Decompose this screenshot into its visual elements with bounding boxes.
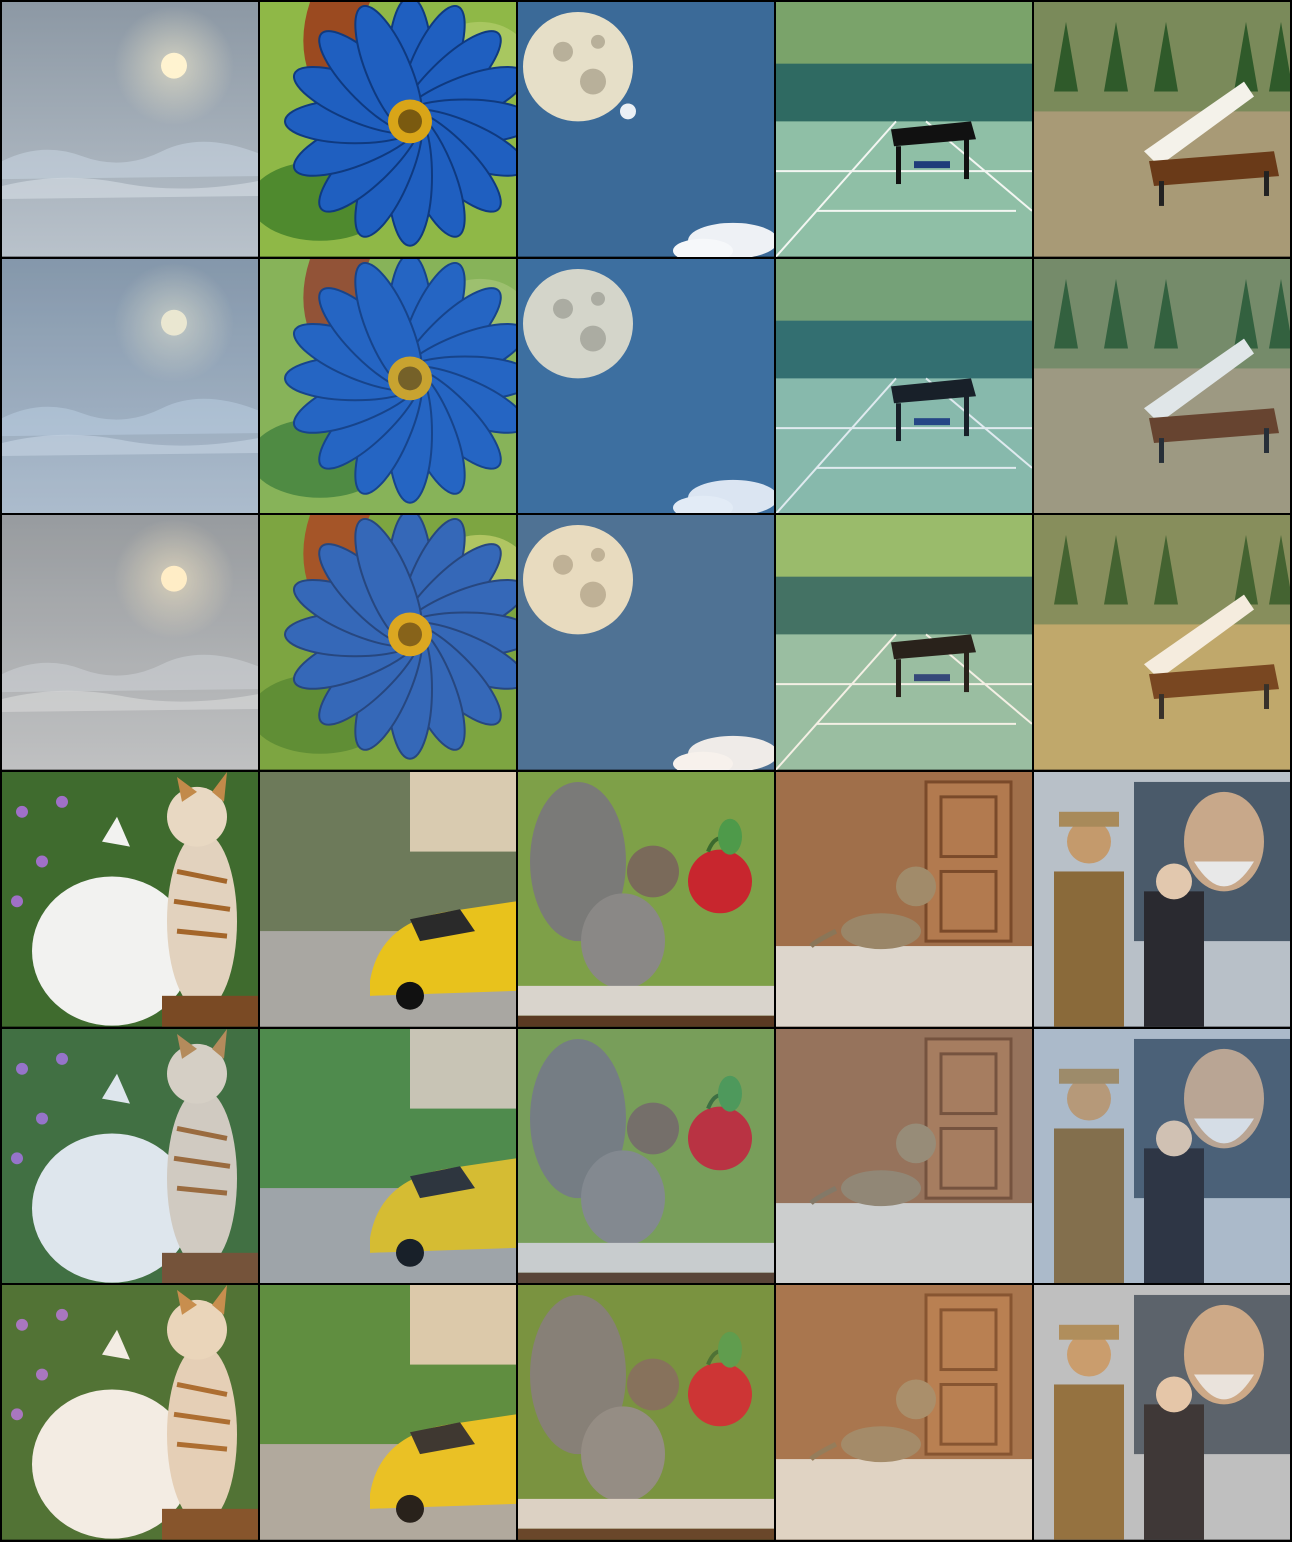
moon-sky-image xyxy=(2,515,258,770)
grid-cell-horse-flower-stylized-b xyxy=(260,515,516,770)
grid-cell-yellow-car-stylized-a xyxy=(260,1028,516,1284)
moon-sky-image xyxy=(2,2,258,257)
grid-cell-piano-tennis-court-stylized-b xyxy=(776,515,1032,770)
cats-image xyxy=(2,1028,258,1284)
yellow-car-image xyxy=(260,1028,516,1284)
grid-cell-cats-stylized-a xyxy=(2,1028,258,1284)
grid-cell-squirrel-apple-stylized-a xyxy=(518,1028,774,1284)
old-men-portrait-image xyxy=(1034,1285,1290,1540)
old-men-portrait-image xyxy=(1034,1028,1290,1284)
piano-tennis-court-image xyxy=(776,258,1032,514)
grid-cell-cat-doorway-stylized-a xyxy=(776,1028,1032,1284)
grid-cell-squirrel-apple-stylized-b xyxy=(518,1285,774,1540)
grid-cell-piano-hillside-original xyxy=(1034,2,1290,257)
moon-sky-image xyxy=(2,258,258,514)
grid-cell-yellow-car-original xyxy=(260,772,516,1027)
piano-hillside-image xyxy=(1034,258,1290,514)
grid-cell-piano-tennis-court-stylized-a xyxy=(776,258,1032,514)
yellow-car-image xyxy=(260,772,516,1027)
old-men-portrait-image xyxy=(1034,772,1290,1027)
grid-cell-moon-sky-stylized-a xyxy=(2,258,258,514)
full-moon-image xyxy=(518,515,774,770)
piano-tennis-court-image xyxy=(776,515,1032,770)
grid-cell-piano-hillside-stylized-b xyxy=(1034,515,1290,770)
grid-cell-full-moon-original xyxy=(518,2,774,257)
cat-doorway-image xyxy=(776,1285,1032,1540)
grid-cell-old-men-portrait-stylized-b xyxy=(1034,1285,1290,1540)
grid-cell-horse-flower-original xyxy=(260,2,516,257)
full-moon-image xyxy=(518,2,774,257)
piano-hillside-image xyxy=(1034,2,1290,257)
grid-cell-piano-tennis-court-original xyxy=(776,2,1032,257)
horse-flower-image xyxy=(260,2,516,257)
grid-cell-moon-sky-stylized-b xyxy=(2,515,258,770)
squirrel-apple-image xyxy=(518,1028,774,1284)
grid-cell-cat-doorway-original xyxy=(776,772,1032,1027)
grid-cell-cat-doorway-stylized-b xyxy=(776,1285,1032,1540)
cat-doorway-image xyxy=(776,772,1032,1027)
grid-cell-yellow-car-stylized-b xyxy=(260,1285,516,1540)
grid-cell-moon-sky-original xyxy=(2,2,258,257)
horse-flower-image xyxy=(260,515,516,770)
grid-cell-squirrel-apple-original xyxy=(518,772,774,1027)
cat-doorway-image xyxy=(776,1028,1032,1284)
grid-cell-horse-flower-stylized-a xyxy=(260,258,516,514)
piano-hillside-image xyxy=(1034,515,1290,770)
cats-image xyxy=(2,1285,258,1540)
squirrel-apple-image xyxy=(518,1285,774,1540)
grid-cell-full-moon-stylized-b xyxy=(518,515,774,770)
grid-cell-old-men-portrait-original xyxy=(1034,772,1290,1027)
grid-cell-cats-stylized-b xyxy=(2,1285,258,1540)
grid-cell-cats-original xyxy=(2,772,258,1027)
full-moon-image xyxy=(518,258,774,514)
piano-tennis-court-image xyxy=(776,2,1032,257)
yellow-car-image xyxy=(260,1285,516,1540)
image-grid xyxy=(0,0,1292,1542)
cats-image xyxy=(2,772,258,1027)
grid-cell-old-men-portrait-stylized-a xyxy=(1034,1028,1290,1284)
horse-flower-image xyxy=(260,258,516,514)
grid-cell-piano-hillside-stylized-a xyxy=(1034,258,1290,514)
grid-cell-full-moon-stylized-a xyxy=(518,258,774,514)
squirrel-apple-image xyxy=(518,772,774,1027)
